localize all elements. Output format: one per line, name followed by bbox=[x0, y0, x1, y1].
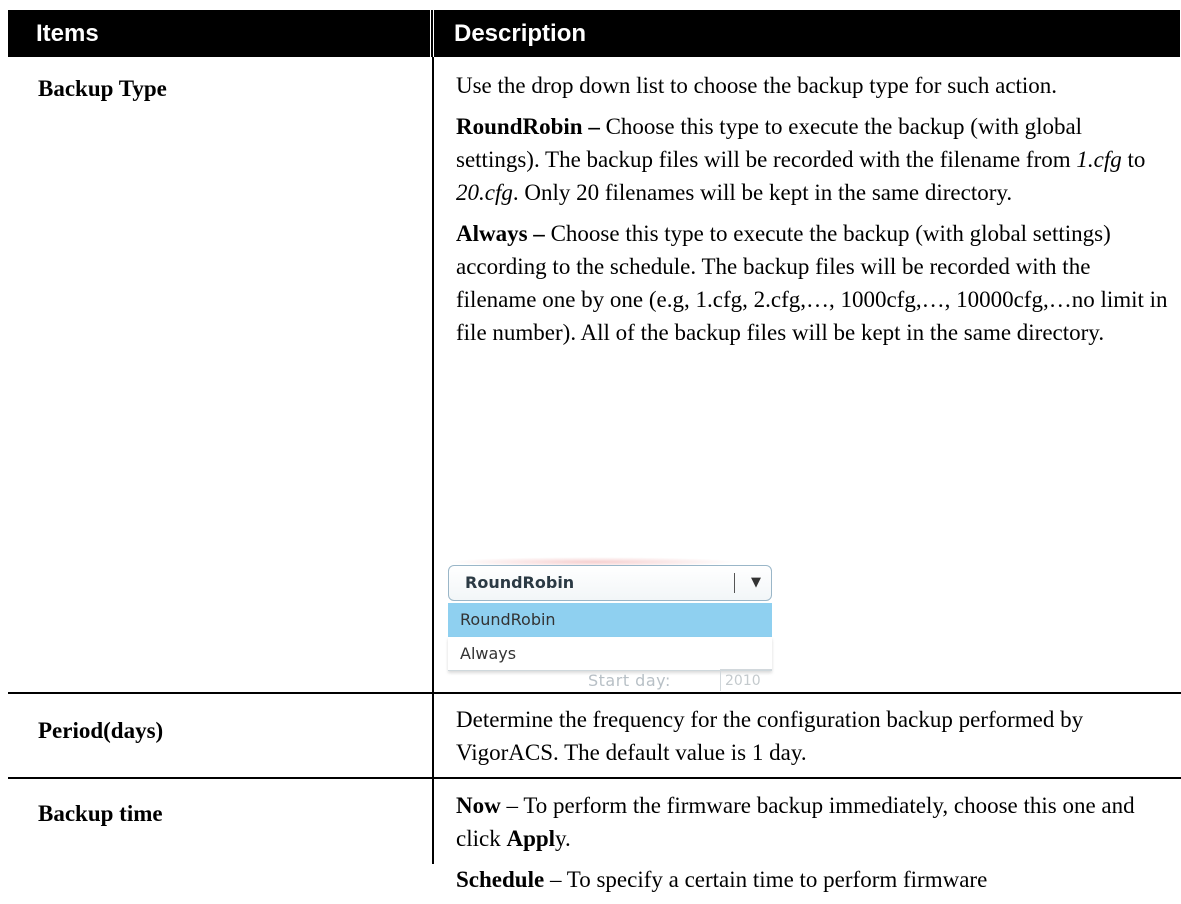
always-paragraph: Always – Choose this type to execute the… bbox=[456, 217, 1168, 349]
column-divider bbox=[432, 57, 434, 864]
roundrobin-last-file: 20.cfg bbox=[456, 180, 513, 205]
backup-type-selected-value: RoundRobin bbox=[465, 573, 575, 592]
row-divider bbox=[8, 777, 1181, 779]
roundrobin-term: RoundRobin – bbox=[456, 114, 600, 139]
dropdown-option-always[interactable]: Always bbox=[448, 637, 772, 671]
now-text-2: y. bbox=[555, 826, 571, 851]
now-term: Now bbox=[456, 793, 501, 818]
roundrobin-paragraph: RoundRobin – Choose this type to execute… bbox=[456, 110, 1168, 209]
roundrobin-text-3: . Only 20 filenames will be kept in the … bbox=[512, 180, 1013, 205]
description-backup-time: Now – To perform the firmware backup imm… bbox=[456, 789, 1168, 904]
roundrobin-first-file: 1.cfg bbox=[1076, 147, 1122, 172]
row-divider bbox=[8, 692, 1181, 694]
select-separator bbox=[734, 573, 735, 593]
start-day-field: 2010 bbox=[720, 669, 772, 691]
period-paragraph: Determine the frequency for the configur… bbox=[456, 707, 1084, 765]
chevron-down-icon[interactable]: ▼ bbox=[751, 566, 761, 600]
now-paragraph: Now – To perform the firmware backup imm… bbox=[456, 789, 1168, 855]
schedule-term: Schedule bbox=[456, 867, 545, 892]
always-term: Always – bbox=[456, 221, 545, 246]
dropdown-option-roundrobin[interactable]: RoundRobin bbox=[448, 603, 772, 637]
description-period-days: Determine the frequency for the configur… bbox=[456, 703, 1168, 777]
apply-term: Appl bbox=[506, 826, 556, 851]
column-header-description: Description bbox=[434, 10, 1180, 57]
item-period-days: Period(days) bbox=[38, 718, 164, 743]
schedule-text: – To specify a certain time to perform f… bbox=[544, 867, 988, 892]
description-backup-type: Use the drop down list to choose the bac… bbox=[456, 69, 1168, 357]
backup-type-dropdown-figure: RoundRobin ▼ RoundRobin Always Start day… bbox=[448, 557, 788, 691]
backup-type-intro: Use the drop down list to choose the bac… bbox=[456, 73, 1058, 98]
schedule-paragraph: Schedule – To specify a certain time to … bbox=[456, 863, 1168, 896]
backup-type-select[interactable]: RoundRobin ▼ bbox=[448, 565, 772, 601]
item-backup-type: Backup Type bbox=[38, 76, 167, 101]
column-header-items: Items bbox=[8, 10, 430, 57]
roundrobin-text-2: to bbox=[1121, 147, 1146, 172]
item-backup-time: Backup time bbox=[38, 801, 163, 826]
always-text: Choose this type to execute the backup (… bbox=[456, 221, 1168, 345]
start-day-label: Start day: bbox=[588, 671, 671, 690]
